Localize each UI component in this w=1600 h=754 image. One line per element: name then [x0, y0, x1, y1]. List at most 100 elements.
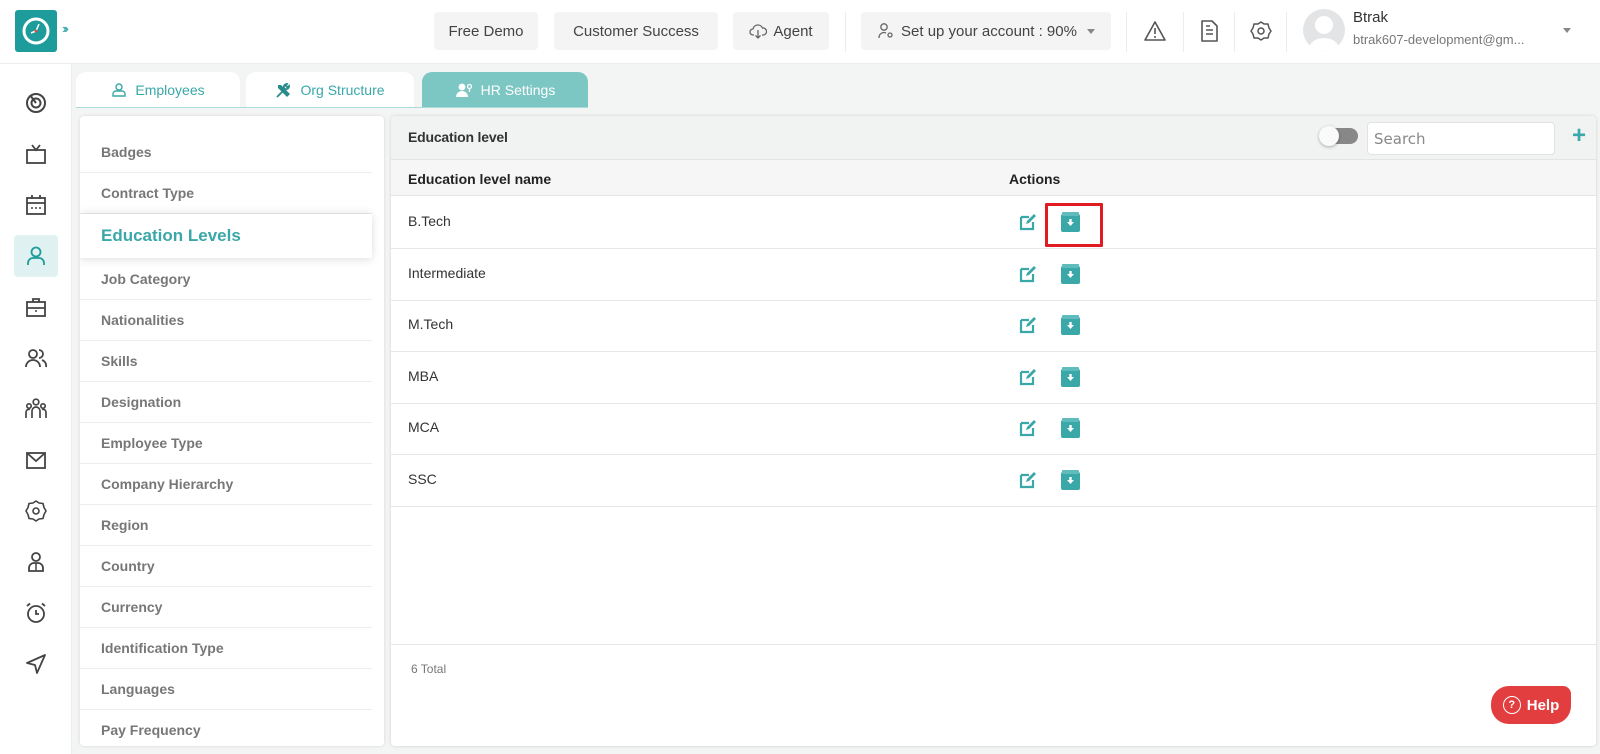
tab-org-structure[interactable]: Org Structure [246, 72, 414, 108]
settings-item-country[interactable]: Country [80, 546, 372, 587]
free-demo-button[interactable]: Free Demo [434, 12, 538, 50]
settings-item-identification-type[interactable]: Identification Type [80, 628, 372, 669]
user-menu-chevron-icon[interactable] [1563, 28, 1571, 33]
briefcase-icon [26, 298, 46, 317]
archive-icon[interactable] [1061, 418, 1080, 438]
archive-icon[interactable] [1061, 315, 1080, 335]
archive-icon[interactable] [1061, 263, 1080, 284]
nav-alarm[interactable] [14, 592, 58, 634]
help-button[interactable]: ? Help [1491, 686, 1571, 724]
nav-users[interactable] [14, 337, 58, 379]
education-level-name: B.Tech [408, 213, 451, 229]
settings-icon [25, 500, 47, 522]
user-icon [112, 83, 127, 97]
settings-item-label: Employee Type [101, 435, 203, 451]
archive-icon[interactable] [1061, 366, 1080, 387]
table-row: M.Tech [391, 300, 1596, 352]
customer-success-button[interactable]: Customer Success [554, 12, 718, 50]
settings-item-job-category[interactable]: Job Category [80, 259, 372, 300]
archive-icon[interactable] [1061, 469, 1080, 490]
tab-employees[interactable]: Employees [76, 72, 240, 108]
settings-item-pay-frequency[interactable]: Pay Frequency [80, 710, 372, 746]
total-count: 6 Total [411, 662, 447, 676]
customer-success-label: Customer Success [573, 22, 699, 40]
nav-calendar[interactable] [14, 184, 58, 226]
edit-icon[interactable] [1019, 368, 1037, 386]
nav-employee[interactable] [14, 235, 58, 277]
help-icon: ? [1502, 696, 1521, 714]
footer-divider [391, 644, 1596, 645]
app-logo[interactable] [15, 10, 57, 52]
profile-icon [28, 552, 44, 572]
settings-item-education-levels[interactable]: Education Levels [80, 214, 372, 258]
nav-send[interactable] [14, 643, 58, 685]
tab-label: Org Structure [300, 82, 385, 98]
education-level-name: M.Tech [408, 316, 454, 332]
nav-tv[interactable] [14, 133, 58, 175]
setup-account-label: Set up your account : 90% [901, 22, 1077, 40]
agent-button[interactable]: Agent [733, 12, 829, 50]
top-header: ››› Free Demo Customer Success Agent Set… [0, 0, 1600, 64]
settings-item-languages[interactable]: Languages [80, 669, 372, 710]
nav-dashboard[interactable] [14, 82, 58, 124]
nav-settings[interactable] [14, 490, 58, 532]
settings-item-label: Region [101, 517, 149, 533]
nav-team[interactable] [14, 388, 58, 430]
settings-item-employee-type[interactable]: Employee Type [80, 423, 372, 464]
edit-icon[interactable] [1019, 265, 1037, 283]
settings-item-currency[interactable]: Currency [80, 587, 372, 628]
settings-item-label: Badges [101, 144, 152, 160]
nav-briefcase[interactable] [14, 286, 58, 328]
archived-toggle[interactable] [1319, 126, 1358, 146]
setup-account-dropdown[interactable]: Set up your account : 90% [861, 12, 1111, 50]
help-label: Help [1526, 696, 1560, 714]
settings-icon[interactable] [1248, 18, 1274, 44]
employee-icon [27, 246, 45, 265]
nav-mail[interactable] [14, 439, 58, 481]
settings-item-label: Nationalities [101, 312, 185, 328]
column-header-actions: Actions [1009, 171, 1061, 187]
edit-icon[interactable] [1019, 213, 1037, 231]
highlight-box [1045, 203, 1103, 247]
tab-hr-settings[interactable]: HR Settings [422, 72, 588, 108]
dashboard-icon [26, 93, 46, 113]
education-level-name: MBA [408, 367, 439, 384]
chevron-down-icon [1086, 28, 1095, 34]
table-header: Education level name Actions [391, 160, 1596, 196]
user-name: Btrak [1353, 9, 1389, 26]
tab-label: Employees [135, 82, 205, 98]
users-icon [25, 349, 48, 368]
settings-item-skills[interactable]: Skills [80, 341, 372, 382]
settings-item-designation[interactable]: Designation [80, 382, 372, 423]
avatar[interactable] [1303, 9, 1345, 51]
cloud-download-icon [749, 24, 768, 39]
edit-icon[interactable] [1019, 419, 1037, 437]
education-level-name: Intermediate [408, 264, 486, 281]
send-icon [26, 654, 46, 674]
search-input[interactable] [1367, 122, 1555, 155]
edit-icon[interactable] [1019, 471, 1037, 489]
table-row: SSC [391, 455, 1596, 507]
settings-item-company-hierarchy[interactable]: Company Hierarchy [80, 464, 372, 505]
agent-label: Agent [773, 22, 813, 40]
tab-label: HR Settings [480, 82, 556, 98]
nav-profile[interactable] [14, 541, 58, 583]
hr-settings-menu: Badges Contract Type Education Levels Jo… [80, 116, 384, 746]
column-header-name: Education level name [408, 171, 552, 187]
settings-item-label: Contract Type [101, 185, 195, 201]
add-education-level-button[interactable]: + [1568, 124, 1590, 148]
document-icon[interactable] [1196, 18, 1222, 44]
settings-item-region[interactable]: Region [80, 505, 372, 546]
divider [845, 12, 846, 52]
settings-item-label: Country [101, 558, 155, 574]
settings-item-label: Company Hierarchy [101, 476, 234, 492]
settings-item-badges[interactable]: Badges [80, 132, 372, 173]
warning-icon[interactable] [1142, 18, 1168, 44]
table-row: B.Tech [391, 197, 1596, 249]
expand-sidebar-icon[interactable]: ››› [62, 21, 69, 36]
alarm-icon [26, 602, 46, 623]
settings-item-label: Designation [101, 394, 182, 410]
edit-icon[interactable] [1019, 316, 1037, 334]
settings-item-nationalities[interactable]: Nationalities [80, 300, 372, 341]
settings-item-contract-type[interactable]: Contract Type [80, 173, 372, 214]
